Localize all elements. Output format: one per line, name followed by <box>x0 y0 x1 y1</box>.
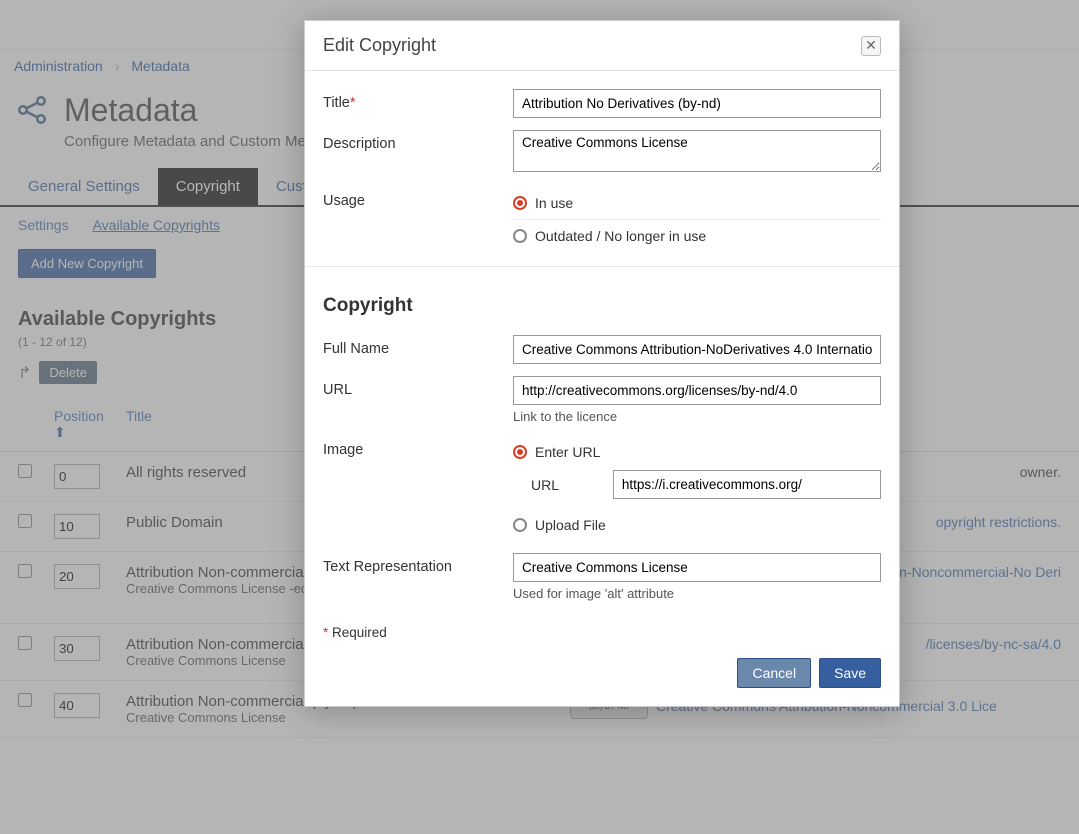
url-help: Link to the licence <box>513 409 881 424</box>
label-url: URL <box>323 376 513 398</box>
edit-copyright-modal: Edit Copyright ✕ Title* Description Usag… <box>304 20 900 707</box>
label-description: Description <box>323 130 513 152</box>
label-outdated: Outdated / No longer in use <box>535 228 706 244</box>
label-image: Image <box>323 436 513 458</box>
label-in-use: In use <box>535 195 573 211</box>
label-title: Title <box>323 95 350 111</box>
image-url-input[interactable] <box>613 470 881 499</box>
fullname-input[interactable] <box>513 335 881 364</box>
url-input[interactable] <box>513 376 881 405</box>
text-rep-input[interactable] <box>513 553 881 582</box>
label-usage: Usage <box>323 187 513 209</box>
close-icon[interactable]: ✕ <box>861 36 881 56</box>
radio-outdated[interactable] <box>513 229 527 243</box>
label-text-rep: Text Representation <box>323 553 513 575</box>
save-button[interactable]: Save <box>819 658 881 688</box>
modal-title: Edit Copyright <box>323 35 436 56</box>
text-rep-help: Used for image 'alt' attribute <box>513 586 881 601</box>
label-upload-file: Upload File <box>535 517 606 533</box>
radio-in-use[interactable] <box>513 196 527 210</box>
label-sub-url: URL <box>531 477 599 493</box>
title-input[interactable] <box>513 89 881 118</box>
cancel-button[interactable]: Cancel <box>737 658 811 688</box>
label-enter-url: Enter URL <box>535 444 600 460</box>
copyright-section-title: Copyright <box>323 295 881 335</box>
radio-upload-file[interactable] <box>513 518 527 532</box>
required-note-text: Required <box>328 625 387 640</box>
description-textarea[interactable] <box>513 130 881 172</box>
required-star: * <box>350 95 356 111</box>
label-fullname: Full Name <box>323 335 513 357</box>
radio-enter-url[interactable] <box>513 445 527 459</box>
